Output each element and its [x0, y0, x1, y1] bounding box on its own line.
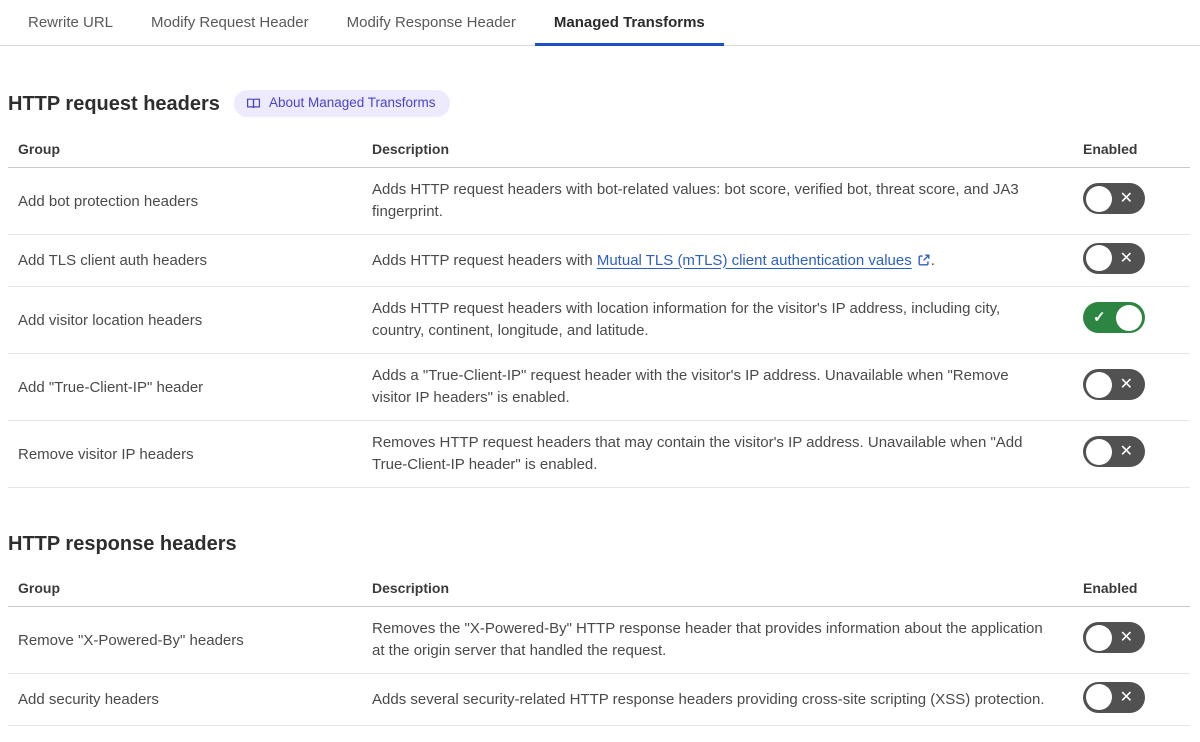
- table-row: Add "True-Client-IP" header Adds a "True…: [8, 354, 1190, 421]
- transform-description: Adds HTTP request headers with bot-relat…: [372, 181, 1019, 220]
- x-icon: ✕: [1119, 376, 1133, 393]
- tab-rewrite-url[interactable]: Rewrite URL: [9, 0, 132, 46]
- response-headers-section-head: HTTP response headers: [8, 532, 1190, 556]
- x-icon: ✕: [1119, 249, 1133, 267]
- toggle-knob: [1116, 304, 1142, 331]
- request-headers-section-head: HTTP request headers About Managed Trans…: [8, 90, 1190, 117]
- link-label: Mutual TLS (mTLS) client authentication …: [596, 251, 912, 269]
- toggle-knob: [1086, 245, 1112, 271]
- toggle-remove-x-powered-by-headers[interactable]: ✓ ✕: [1083, 622, 1145, 653]
- table-header-row: Group Description Enabled: [8, 575, 1190, 607]
- about-managed-transforms-badge[interactable]: About Managed Transforms: [233, 90, 450, 117]
- description-suffix: .: [930, 251, 935, 269]
- column-header-description: Description: [372, 580, 450, 596]
- toggle-remove-visitor-ip-headers[interactable]: ✓ ✕: [1083, 436, 1145, 467]
- badge-label: About Managed Transforms: [268, 95, 436, 110]
- x-icon: ✕: [1119, 443, 1133, 460]
- table-row: Add TLS client auth headers Adds HTTP re…: [8, 235, 1190, 287]
- transform-group-name: Remove "X-Powered-By" headers: [18, 631, 244, 649]
- toggle-knob: [1086, 684, 1112, 710]
- request-headers-table: Group Description Enabled Add bot protec…: [8, 136, 1190, 488]
- table-row: Add bot protection headers Adds HTTP req…: [8, 168, 1190, 235]
- toggle-knob: [1086, 624, 1112, 651]
- transform-rules-tabbar: Rewrite URL Modify Request Header Modify…: [0, 0, 1200, 46]
- x-icon: ✕: [1119, 629, 1133, 646]
- toggle-knob: [1086, 371, 1112, 398]
- transform-description: Adds a "True-Client-IP" request header w…: [372, 367, 1009, 406]
- book-icon: [246, 98, 260, 108]
- tab-modify-request-header[interactable]: Modify Request Header: [132, 0, 328, 46]
- managed-transforms-page: Rewrite URL Modify Request Header Modify…: [0, 0, 1200, 742]
- column-header-description: Description: [372, 141, 450, 157]
- toggle-knob: [1086, 185, 1112, 212]
- table-row: Remove "X-Powered-By" headers Removes th…: [8, 607, 1190, 674]
- table-row: Add visitor location headers Adds HTTP r…: [8, 287, 1190, 354]
- transform-group-name: Add bot protection headers: [18, 192, 199, 210]
- transform-group-name: Add security headers: [18, 691, 159, 708]
- x-icon: ✕: [1119, 190, 1133, 207]
- transform-description: Removes the "X-Powered-By" HTTP response…: [372, 620, 1043, 659]
- mtls-docs-link[interactable]: Mutual TLS (mTLS) client authentication …: [597, 252, 931, 269]
- transform-group-name: Remove visitor IP headers: [18, 445, 194, 463]
- transform-description: Adds several security-related HTTP respo…: [372, 690, 1045, 708]
- column-header-enabled: Enabled: [1083, 580, 1138, 596]
- transform-description: Adds HTTP request headers with location …: [372, 300, 1001, 339]
- transform-group-name: Add visitor location headers: [18, 311, 203, 329]
- external-link-icon: [918, 253, 930, 266]
- toggle-add-security-headers[interactable]: ✓ ✕: [1083, 681, 1145, 713]
- response-headers-table: Group Description Enabled Remove "X-Powe…: [8, 575, 1190, 726]
- table-row: Remove visitor IP headers Removes HTTP r…: [8, 421, 1190, 488]
- transform-description: Adds HTTP request headers with Mutual TL…: [362, 239, 1073, 283]
- check-icon: ✓: [1093, 309, 1106, 326]
- tab-modify-response-header[interactable]: Modify Response Header: [328, 0, 535, 46]
- transform-group-name: Add "True-Client-IP" header: [18, 378, 204, 396]
- column-header-group: Group: [18, 141, 60, 157]
- x-icon: ✕: [1119, 688, 1133, 706]
- request-headers-title: HTTP request headers: [8, 92, 220, 115]
- toggle-add-tls-client-auth-headers[interactable]: ✓ ✕: [1083, 242, 1145, 274]
- table-header-row: Group Description Enabled: [8, 136, 1190, 168]
- tab-managed-transforms[interactable]: Managed Transforms: [534, 0, 724, 46]
- column-header-enabled: Enabled: [1083, 141, 1138, 157]
- column-header-group: Group: [18, 580, 60, 596]
- transform-group-name: Add TLS client auth headers: [18, 252, 208, 269]
- toggle-add-visitor-location-headers[interactable]: ✓ ✕: [1083, 302, 1145, 333]
- description-prefix: Adds HTTP request headers with: [372, 251, 597, 269]
- transform-description: Removes HTTP request headers that may co…: [372, 434, 1023, 473]
- table-row: Add security headers Adds several securi…: [8, 674, 1190, 726]
- response-headers-title: HTTP response headers: [8, 533, 237, 555]
- toggle-add-true-client-ip-header[interactable]: ✓ ✕: [1083, 369, 1145, 400]
- toggle-knob: [1086, 438, 1112, 465]
- toggle-add-bot-protection-headers[interactable]: ✓ ✕: [1083, 183, 1145, 214]
